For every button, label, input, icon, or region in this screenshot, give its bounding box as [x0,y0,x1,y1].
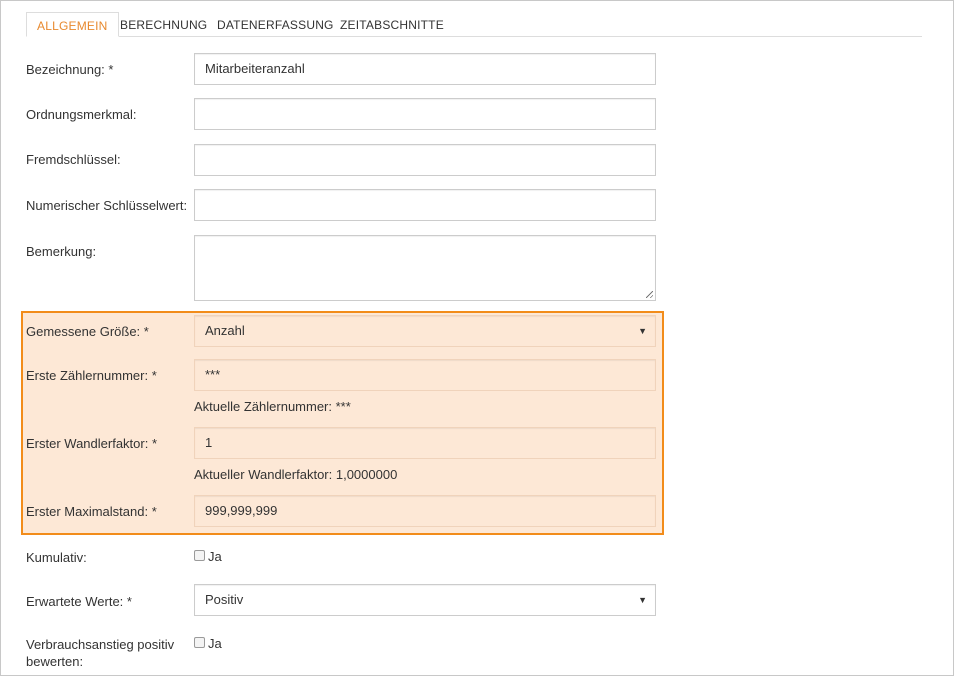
tab-allgemein[interactable]: ALLGEMEIN [26,12,119,37]
bemerkung-textarea[interactable] [194,235,656,301]
tab-datenerfassung[interactable]: DATENERFASSUNG [207,12,344,36]
bemerkung-label: Bemerkung: [26,244,97,259]
kumulativ-label: Kumulativ: [26,550,87,565]
gemessene-groesse-select[interactable]: Anzahl ▼ [194,315,656,347]
tab-zeitabschnitte[interactable]: ZEITABSCHNITTE [330,12,454,36]
verbrauchsanstieg-label: Verbrauchsanstieg positiv bewerten: [26,637,175,669]
erster-maximalstand-label: Erster Maximalstand: * [26,504,157,519]
verbrauchsanstieg-checkbox-label[interactable]: Ja [208,636,222,651]
gemessene-groesse-label: Gemessene Größe: * [26,324,149,339]
aktueller-wandlerfaktor-hint: Aktueller Wandlerfaktor: 1,0000000 [194,467,398,482]
tab-berechnung[interactable]: BERECHNUNG [110,12,217,36]
erster-wandlerfaktor-input[interactable]: 1 [194,427,656,459]
ordnungsmerkmal-input[interactable] [194,98,656,130]
kumulativ-checkbox[interactable] [194,550,205,561]
resize-handle-icon[interactable] [646,291,653,298]
erwartete-werte-select[interactable]: Positiv ▼ [194,584,656,616]
erste-zaehlernummer-input[interactable]: *** [194,359,656,391]
ordnungsmerkmal-label: Ordnungsmerkmal: [26,107,137,122]
erster-wandlerfaktor-label: Erster Wandlerfaktor: * [26,436,158,451]
fremdschluessel-label: Fremdschlüssel: [26,152,121,167]
bezeichnung-label: Bezeichnung: * [26,62,114,77]
numerischer-schluesselwert-input[interactable] [194,189,656,221]
erste-zaehlernummer-label: Erste Zählernummer: * [26,368,157,383]
aktuelle-zaehlernummer-hint: Aktuelle Zählernummer: *** [194,399,351,414]
verbrauchsanstieg-checkbox[interactable] [194,637,205,648]
dropdown-caret-icon: ▼ [638,326,647,336]
tab-bar: ALLGEMEIN BERECHNUNG DATENERFASSUNG ZEIT… [26,12,922,37]
bezeichnung-input[interactable]: Mitarbeiteranzahl [194,53,656,85]
erwartete-werte-label: Erwartete Werte: * [26,594,132,609]
gemessene-groesse-value: Anzahl [205,323,245,338]
kumulativ-checkbox-label[interactable]: Ja [208,549,222,564]
fremdschluessel-input[interactable] [194,144,656,176]
dropdown-caret-icon: ▼ [638,595,647,605]
erwartete-werte-value: Positiv [205,592,244,607]
numerischer-schluesselwert-label: Numerischer Schlüsselwert: [26,198,188,213]
erster-maximalstand-input[interactable]: 999,999,999 [194,495,656,527]
